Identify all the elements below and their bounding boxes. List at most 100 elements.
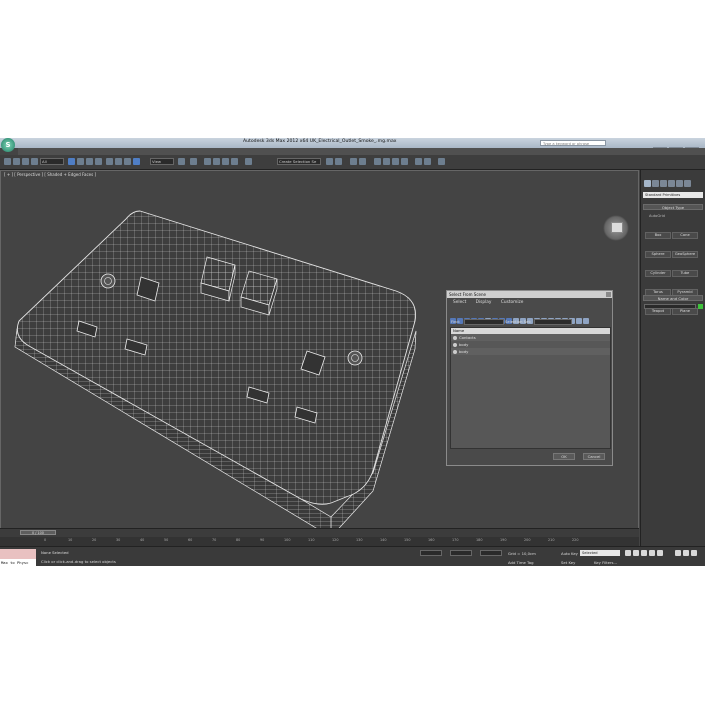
move-icon[interactable] (106, 158, 113, 165)
plane-button[interactable]: Plane (672, 308, 698, 315)
undo-icon[interactable] (4, 158, 11, 165)
search-input[interactable]: Type a keyword or phrase (540, 140, 606, 146)
tick-label: 90 (260, 538, 265, 542)
previous-frame-icon[interactable] (633, 550, 639, 556)
tick-label: 190 (500, 538, 507, 542)
viewport-label[interactable]: [ + ] [ Perspective ] [ Shaded + Edged F… (4, 172, 96, 177)
layer-manager-icon[interactable] (350, 158, 357, 165)
time-slider[interactable]: 0 / 100 (0, 528, 639, 537)
next-frame-icon[interactable] (649, 550, 655, 556)
key-mode-dropdown[interactable]: Selected (580, 550, 620, 556)
cone-button[interactable]: Cone (672, 232, 698, 239)
selection-set-dropdown[interactable] (534, 319, 572, 325)
maxscript-listener[interactable]: Max to Physc (0, 549, 36, 566)
zoom-all-icon[interactable] (683, 550, 689, 556)
object-type-rollout[interactable]: Object Type (643, 204, 703, 210)
add-time-tag[interactable]: Add Time Tag (508, 560, 533, 565)
menu-bar: Edit Tools Group Views Create Modifiers … (18, 148, 705, 165)
list-item[interactable]: body (451, 341, 610, 348)
angle-snap-icon[interactable] (213, 158, 220, 165)
render-production-icon[interactable] (424, 158, 431, 165)
rendered-frame-icon[interactable] (415, 158, 422, 165)
tick-label: 70 (212, 538, 217, 542)
grid-size: Grid = 10,0cm (508, 551, 536, 556)
sphere-button[interactable]: Sphere (645, 251, 671, 258)
primitive-category-dropdown[interactable]: Standard Primitives (643, 192, 703, 198)
redo-icon[interactable] (13, 158, 20, 165)
dialog-menu-display[interactable]: Display (476, 300, 492, 305)
schematic-view-icon[interactable] (383, 158, 390, 165)
pivot-center-icon[interactable] (178, 158, 185, 165)
select-by-name-icon[interactable] (77, 158, 84, 165)
material-editor-icon[interactable] (392, 158, 399, 165)
align-icon[interactable] (335, 158, 342, 165)
select-from-scene-dialog: Select From Scene Select Display Customi… (446, 290, 613, 466)
select-object-icon[interactable] (68, 158, 75, 165)
find-input[interactable] (464, 319, 504, 325)
edit-named-selection-icon[interactable] (245, 158, 252, 165)
percent-snap-icon[interactable] (222, 158, 229, 165)
selection-filter-dropdown[interactable]: All (40, 158, 64, 165)
go-to-start-icon[interactable] (625, 550, 631, 556)
cancel-button[interactable]: Cancel (583, 453, 605, 460)
ok-button[interactable]: OK (553, 453, 575, 460)
cylinder-button[interactable]: Cylinder (645, 270, 671, 277)
set-key-button[interactable]: Set Key (561, 560, 575, 565)
window-crossing-icon[interactable] (95, 158, 102, 165)
tick-label: 120 (332, 538, 339, 542)
name-and-color-rollout[interactable]: Name and Color (643, 295, 703, 301)
play-icon[interactable] (641, 550, 647, 556)
dialog-close-icon[interactable] (606, 292, 611, 297)
app-logo-icon[interactable]: S (1, 138, 15, 152)
main-toolbar: All View Create Selection Se (0, 155, 705, 170)
scale-icon[interactable] (124, 158, 131, 165)
orbit-icon[interactable] (691, 550, 697, 556)
z-coordinate-field[interactable] (480, 550, 502, 556)
object-icon (453, 336, 457, 340)
geosphere-button[interactable]: GeoSphere (672, 251, 698, 258)
rotate-icon[interactable] (115, 158, 122, 165)
named-selection-set-dropdown[interactable]: Create Selection Se (277, 158, 321, 165)
link-icon[interactable] (22, 158, 29, 165)
track-bar[interactable]: 0 10 20 30 40 50 60 70 80 90 100 110 120… (0, 537, 639, 546)
tick-label: 50 (164, 538, 169, 542)
select-manipulate-icon[interactable] (133, 158, 140, 165)
y-coordinate-field[interactable] (450, 550, 472, 556)
curve-editor-icon[interactable] (374, 158, 381, 165)
render-setup-icon[interactable] (401, 158, 408, 165)
object-name-input[interactable] (644, 304, 696, 309)
unlink-icon[interactable] (31, 158, 38, 165)
go-to-end-icon[interactable] (657, 550, 663, 556)
time-slider-knob[interactable]: 0 / 100 (20, 530, 56, 535)
dialog-menu-customize[interactable]: Customize (501, 300, 524, 305)
dialog-menu-select[interactable]: Select (453, 300, 466, 305)
box-button[interactable]: Box (645, 232, 671, 239)
scene-object-list[interactable]: Name Contacts body body (450, 327, 611, 449)
key-filters-button[interactable]: Key Filters... (594, 560, 617, 565)
command-panel-tabs (644, 172, 704, 187)
auto-key-button[interactable]: Auto Key (561, 551, 578, 556)
tick-label: 170 (452, 538, 459, 542)
maxscript-input[interactable]: Max to Physc (0, 559, 36, 566)
graphite-ribbon-icon[interactable] (359, 158, 366, 165)
region-select-icon[interactable] (86, 158, 93, 165)
perspective-viewport[interactable]: [ + ] [ Perspective ] [ Shaded + Edged F… (0, 170, 639, 558)
window-controls (651, 139, 703, 154)
list-item[interactable]: Contacts (451, 334, 610, 341)
snap-toggle-icon[interactable] (204, 158, 211, 165)
render-teapot-icon[interactable] (438, 158, 445, 165)
spinner-snap-icon[interactable] (231, 158, 238, 165)
autogrid-checkbox[interactable]: AutoGrid (649, 214, 665, 218)
tube-button[interactable]: Tube (672, 270, 698, 277)
mirror-icon[interactable] (326, 158, 333, 165)
teapot-button[interactable]: Teapot (645, 308, 671, 315)
keyboard-shortcut-icon[interactable] (190, 158, 197, 165)
list-item[interactable]: body (451, 348, 610, 355)
dialog-title: Select From Scene (447, 291, 612, 298)
x-coordinate-field[interactable] (420, 550, 442, 556)
viewcube-box-icon[interactable] (611, 222, 623, 233)
reference-coordinate-dropdown[interactable]: View (150, 158, 174, 165)
object-color-swatch[interactable] (698, 304, 703, 309)
tick-label: 20 (92, 538, 97, 542)
zoom-icon[interactable] (675, 550, 681, 556)
